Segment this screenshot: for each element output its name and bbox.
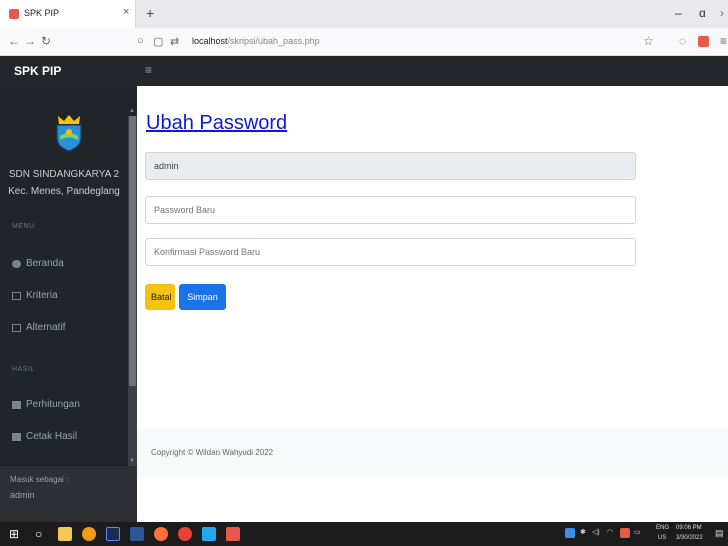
scroll-down-icon[interactable]: ▼ [129, 458, 135, 464]
chrome-icon[interactable] [178, 527, 192, 541]
tray-xampp-icon[interactable] [620, 528, 630, 538]
sidebar-item-label: Perhitungan [26, 399, 80, 410]
sidebar-item-beranda[interactable]: Beranda [12, 258, 64, 269]
tab-close-button[interactable]: × [123, 6, 129, 18]
minimize-button[interactable]: – [675, 6, 682, 20]
url-path: /skripsi/ubah_pass.php [227, 36, 320, 46]
extension-icon[interactable] [698, 36, 709, 47]
sidebar-item-perhitungan[interactable]: Perhitungan [12, 399, 80, 410]
xampp-icon[interactable] [226, 527, 240, 541]
footer: Copyright © Wildan Wahyudi 2022 [137, 428, 728, 476]
clock-time[interactable]: 09:06 PM [676, 525, 702, 531]
shield-icon[interactable]: ○ [137, 35, 144, 47]
menu-icon[interactable]: ≡ [720, 34, 727, 48]
sidebar-item-label: Beranda [26, 258, 64, 269]
notification-icon[interactable]: ▭ [634, 528, 641, 536]
wifi-icon[interactable]: ◠ [607, 528, 613, 536]
sidebar: SDN SINDANGKARYA 2 Kec. Menes, Pandeglan… [0, 86, 137, 522]
login-label: Masuk sebagai : [10, 475, 69, 484]
browser-nav-bar: ← → ↻ ○ ▢ ⇄ localhost/skripsi/ubah_pass.… [0, 28, 728, 56]
app-header: SPK PIP ≡ [0, 56, 728, 86]
forward-icon[interactable]: → [24, 34, 36, 48]
home-icon [12, 259, 21, 268]
language-top[interactable]: ENG [656, 525, 669, 531]
language-bottom[interactable]: US [658, 535, 666, 541]
clock-date[interactable]: 3/30/2022 [676, 535, 703, 541]
vscode-icon[interactable] [202, 527, 216, 541]
back-icon[interactable]: ← [8, 34, 20, 48]
close-window-icon[interactable]: › [720, 6, 724, 20]
favicon-icon [9, 9, 19, 19]
browser-tab[interactable]: SPK PIP × [0, 0, 136, 28]
sidebar-item-alternatif[interactable]: Alternatif [12, 322, 65, 333]
tray-app-icon[interactable] [565, 528, 575, 538]
bluetooth-icon[interactable]: ✱ [580, 528, 586, 536]
school-logo-icon [56, 115, 82, 152]
table-icon [12, 323, 21, 332]
browser-tab-bar: SPK PIP × + – ɑ › [0, 0, 728, 28]
chart-icon [12, 432, 21, 441]
sidebar-item-label: Cetak Hasil [26, 431, 78, 442]
page-title[interactable]: Ubah Password [146, 112, 287, 135]
app-brand[interactable]: SPK PIP [14, 64, 61, 78]
address-bar[interactable]: localhost/skripsi/ubah_pass.php [192, 36, 320, 46]
confirm-password-field[interactable] [145, 238, 636, 266]
page-icon[interactable]: ▢ [153, 35, 163, 48]
school-name: SDN SINDANGKARYA 2 [8, 169, 120, 180]
section-hasil-heading: HASIL [12, 366, 35, 373]
school-address: Kec. Menes, Pandeglang [8, 186, 120, 197]
tab-title: SPK PIP [24, 8, 60, 18]
url-host: localhost [192, 36, 228, 46]
connection-icon[interactable]: ⇄ [170, 35, 179, 48]
app-icon[interactable] [82, 527, 96, 541]
sidebar-scrollbar-thumb[interactable] [129, 116, 136, 386]
main-content: Ubah Password Batal Simpan Copyright © W… [137, 86, 728, 522]
section-menu-heading: MENU [12, 223, 35, 230]
windows-start-icon[interactable]: ⊞ [9, 527, 19, 541]
copyright-text: Copyright © Wildan Wahyudi 2022 [151, 448, 274, 457]
volume-icon[interactable]: ◁) [592, 528, 600, 536]
photoshop-icon[interactable] [106, 527, 120, 541]
new-tab-button[interactable]: + [146, 5, 154, 21]
firefox-icon[interactable] [154, 527, 168, 541]
username-field[interactable] [145, 152, 636, 180]
sidebar-item-cetak-hasil[interactable]: Cetak Hasil [12, 431, 77, 442]
reload-icon[interactable]: ↻ [41, 34, 51, 48]
action-center-icon[interactable]: ▤ [715, 528, 724, 539]
scroll-up-icon[interactable]: ▲ [129, 108, 135, 114]
chart-icon [12, 400, 21, 409]
bookmark-star-icon[interactable]: ☆ [643, 34, 654, 48]
pocket-icon[interactable]: ◌ [679, 34, 686, 48]
word-icon[interactable] [130, 527, 144, 541]
taskbar: ⊞ ○ ✱ ◁) ◠ ▭ ENG US 09:06 PM 3/30/2022 ▤ [0, 522, 728, 546]
login-user: admin [10, 490, 35, 500]
sidebar-item-kriteria[interactable]: Kriteria [12, 290, 58, 301]
sidebar-toggle-icon[interactable]: ≡ [145, 63, 152, 77]
sidebar-item-label: Alternatif [26, 322, 66, 333]
save-button[interactable]: Simpan [179, 284, 226, 310]
search-icon[interactable]: ○ [35, 527, 42, 541]
new-password-field[interactable] [145, 196, 636, 224]
sidebar-item-label: Kriteria [26, 290, 58, 301]
login-status: Masuk sebagai : admin [0, 466, 137, 522]
table-icon [12, 291, 21, 300]
file-explorer-icon[interactable] [58, 527, 72, 541]
maximize-button[interactable]: ɑ [699, 6, 706, 20]
cancel-button[interactable]: Batal [145, 284, 175, 310]
